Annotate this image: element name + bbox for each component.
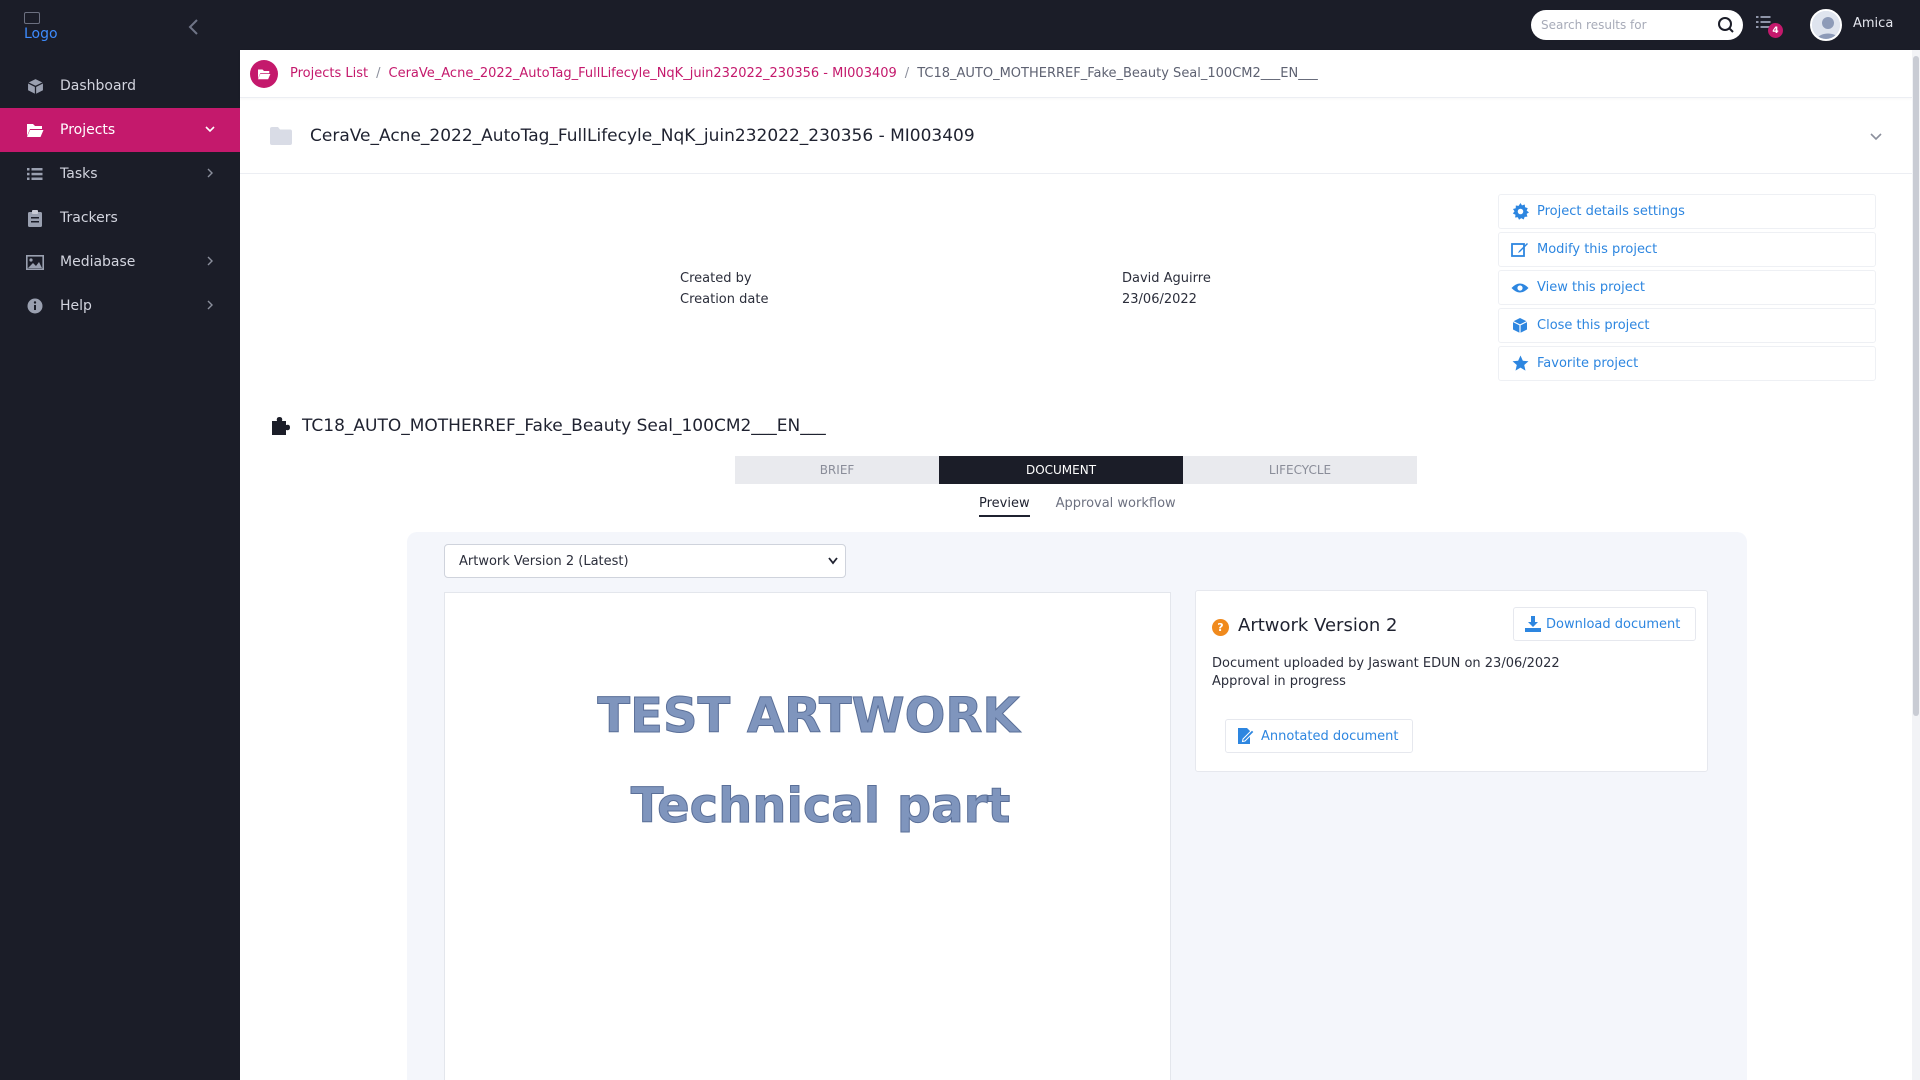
- puzzle-icon: [272, 417, 290, 435]
- breadcrumb-projects-list[interactable]: Projects List: [290, 66, 368, 81]
- sidebar-nav: Dashboard Projects Tasks Trackers Mediab…: [0, 64, 240, 328]
- avatar[interactable]: [1810, 9, 1842, 41]
- sidebar-item-label: Tasks: [60, 166, 98, 182]
- folder-icon: [270, 126, 292, 145]
- chevron-down-icon[interactable]: [1868, 128, 1884, 144]
- sidebar-item-projects[interactable]: Projects: [0, 108, 240, 152]
- breadcrumb-separator: /: [376, 66, 381, 81]
- close-project-button[interactable]: Close this project: [1498, 308, 1876, 343]
- user-avatar-icon: [1812, 11, 1840, 39]
- artwork-info-card: ? Artwork Version 2 Download document Do…: [1195, 590, 1708, 772]
- action-label: Project details settings: [1537, 204, 1685, 219]
- document-panel: Artwork Version 2 (Latest) TEST ARTWORK …: [407, 532, 1747, 1080]
- clipboard-icon: [26, 209, 44, 227]
- artwork-preview[interactable]: TEST ARTWORK Technical part: [444, 592, 1171, 1080]
- project-meta-values: David Aguirre 23/06/2022: [1122, 268, 1211, 310]
- broken-image-icon: [24, 12, 40, 24]
- eye-icon: [1511, 279, 1529, 297]
- creation-date-label: Creation date: [680, 292, 769, 307]
- sidebar-item-help[interactable]: Help: [0, 284, 240, 328]
- tab-document[interactable]: DOCUMENT: [939, 456, 1183, 484]
- sidebar-item-label: Trackers: [60, 210, 118, 226]
- annotate-icon: [1238, 728, 1255, 744]
- list-icon: [26, 165, 44, 183]
- box-icon: [1511, 317, 1529, 335]
- project-actions: Project details settings Modify this pro…: [1498, 194, 1876, 384]
- chevron-right-icon: [207, 300, 213, 310]
- created-by-label: Created by: [680, 271, 752, 286]
- document-subtabs: Preview Approval workflow: [979, 496, 1202, 517]
- project-meta-labels: Created by Creation date: [680, 268, 768, 310]
- created-by-value: David Aguirre: [1122, 271, 1211, 286]
- search-icon[interactable]: [1717, 16, 1735, 34]
- artwork-version-title: Artwork Version 2: [1238, 615, 1398, 636]
- page-scrollbar[interactable]: [1912, 50, 1920, 1080]
- download-label: Download document: [1546, 616, 1681, 632]
- main-content: Projects List / CeraVe_Acne_2022_AutoTag…: [240, 50, 1912, 1080]
- logo-alt-text: Logo: [24, 26, 58, 42]
- folder-open-icon: [250, 59, 278, 88]
- cube-icon: [26, 77, 44, 95]
- document-tabs: BRIEF DOCUMENT LIFECYCLE: [735, 456, 1417, 484]
- download-document-button[interactable]: Download document: [1513, 607, 1696, 641]
- star-icon: [1511, 355, 1529, 373]
- version-select[interactable]: Artwork Version 2 (Latest): [444, 544, 846, 578]
- breadcrumb-current: TC18_AUTO_MOTHERREF_Fake_Beauty Seal_100…: [917, 66, 1318, 81]
- user-name[interactable]: Amica: [1853, 16, 1893, 31]
- upload-info: Document uploaded by Jaswant EDUN on 23/…: [1212, 656, 1560, 671]
- sidebar-item-label: Help: [60, 298, 92, 314]
- sidebar-item-dashboard[interactable]: Dashboard: [0, 64, 240, 108]
- sidebar-item-label: Dashboard: [60, 78, 136, 94]
- image-icon: [26, 253, 44, 271]
- breadcrumb-separator: /: [904, 66, 910, 81]
- scrollbar-thumb[interactable]: [1913, 56, 1919, 716]
- tasks-count-badge: 4: [1768, 23, 1783, 38]
- favorite-project-button[interactable]: Favorite project: [1498, 346, 1876, 381]
- action-label: Modify this project: [1537, 242, 1658, 257]
- artwork-text-line1: TEST ARTWORK: [597, 688, 1020, 745]
- sidebar-item-mediabase[interactable]: Mediabase: [0, 240, 240, 284]
- project-header[interactable]: CeraVe_Acne_2022_AutoTag_FullLifecyle_Nq…: [240, 98, 1912, 174]
- view-project-button[interactable]: View this project: [1498, 270, 1876, 305]
- tasks-notification-button[interactable]: 4: [1756, 14, 1788, 38]
- action-label: Close this project: [1537, 318, 1650, 333]
- project-title: CeraVe_Acne_2022_AutoTag_FullLifecyle_Nq…: [310, 125, 975, 146]
- item-title-text: TC18_AUTO_MOTHERREF_Fake_Beauty Seal_100…: [302, 416, 826, 436]
- breadcrumb-project[interactable]: CeraVe_Acne_2022_AutoTag_FullLifecyle_Nq…: [389, 66, 897, 81]
- topbar: 4 Amica: [240, 0, 1920, 50]
- project-details-settings-button[interactable]: Project details settings: [1498, 194, 1876, 229]
- chevron-right-icon: [207, 256, 213, 266]
- action-label: Favorite project: [1537, 356, 1639, 371]
- annotated-document-button[interactable]: Annotated document: [1225, 719, 1413, 753]
- logo[interactable]: Logo: [24, 12, 58, 42]
- info-icon: [26, 297, 44, 315]
- action-label: View this project: [1537, 280, 1645, 295]
- sidebar-item-label: Mediabase: [60, 254, 136, 270]
- modify-project-button[interactable]: Modify this project: [1498, 232, 1876, 267]
- sidebar-item-tasks[interactable]: Tasks: [0, 152, 240, 196]
- chevron-left-icon[interactable]: [184, 16, 204, 38]
- approval-status: Approval in progress: [1212, 674, 1346, 689]
- tab-brief[interactable]: BRIEF: [735, 456, 939, 484]
- chevron-down-icon: [205, 126, 215, 133]
- search-box: [1531, 10, 1743, 40]
- edit-icon: [1511, 241, 1529, 259]
- subtab-preview[interactable]: Preview: [979, 496, 1030, 517]
- sidebar: Logo Dashboard Projects Tasks Trackers M…: [0, 0, 240, 1080]
- sidebar-item-label: Projects: [60, 122, 116, 138]
- tab-lifecycle[interactable]: LIFECYCLE: [1183, 456, 1417, 484]
- download-icon: [1525, 616, 1541, 632]
- annotated-label: Annotated document: [1261, 728, 1399, 744]
- creation-date-value: 23/06/2022: [1122, 292, 1197, 307]
- question-circle-icon: ?: [1212, 619, 1229, 636]
- artwork-text-line2: Technical part: [630, 778, 1011, 835]
- item-title: TC18_AUTO_MOTHERREF_Fake_Beauty Seal_100…: [270, 416, 826, 436]
- chevron-right-icon: [207, 168, 213, 178]
- gear-icon: [1511, 203, 1529, 221]
- sidebar-item-trackers[interactable]: Trackers: [0, 196, 240, 240]
- breadcrumb: Projects List / CeraVe_Acne_2022_AutoTag…: [240, 50, 1912, 98]
- folder-open-icon: [26, 121, 44, 139]
- subtab-approval-workflow[interactable]: Approval workflow: [1056, 496, 1176, 517]
- search-input[interactable]: [1541, 18, 1701, 32]
